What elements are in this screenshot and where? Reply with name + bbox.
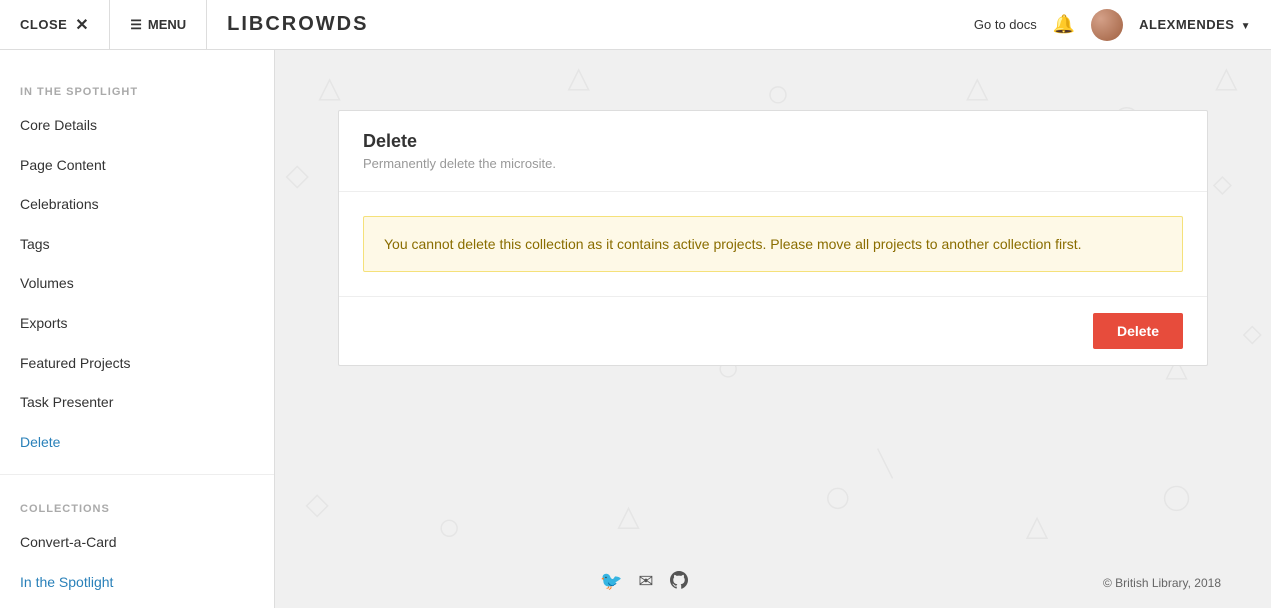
twitter-icon[interactable]: 🐦 [600,571,622,594]
card-subtitle: Permanently delete the microsite. [363,156,1183,171]
sidebar-item-task-presenter[interactable]: Task Presenter [0,383,274,423]
close-icon: ✕ [75,15,89,35]
github-icon[interactable] [670,571,688,594]
brand-logo: LIBCROWDS [207,13,974,36]
email-icon[interactable]: ✉ [638,571,653,594]
sidebar-item-featured-projects[interactable]: Featured Projects [0,344,274,384]
footer: 🐦 ✉ © British Library, 2018 [550,557,1271,608]
top-nav-right: Go to docs 🔔 ALEXMENDES ▼ [974,9,1271,41]
sidebar-item-delete[interactable]: Delete [0,423,274,463]
sidebar-item-exports[interactable]: Exports [0,304,274,344]
sidebar-item-convert-a-card[interactable]: Convert-a-Card [0,523,274,563]
avatar-pattern [1091,9,1123,41]
bell-icon[interactable]: 🔔 [1053,14,1075,35]
main-layout: IN THE SPOTLIGHT Core Details Page Conte… [0,50,1271,608]
footer-copyright: © British Library, 2018 [1103,576,1221,590]
user-name[interactable]: ALEXMENDES ▼ [1139,17,1251,32]
card-header: Delete Permanently delete the microsite. [339,111,1207,192]
close-button[interactable]: CLOSE ✕ [0,0,110,49]
sidebar-item-celebrations[interactable]: Celebrations [0,185,274,225]
sidebar-section-collections: COLLECTIONS [0,487,274,523]
sidebar-divider-1 [0,474,274,475]
sidebar-item-volumes[interactable]: Volumes [0,264,274,304]
avatar [1091,9,1123,41]
menu-hamburger-icon: ☰ [130,17,142,33]
content-area: Delete Permanently delete the microsite.… [275,50,1271,608]
menu-label: MENU [148,17,186,32]
top-nav: CLOSE ✕ ☰ MENU LIBCROWDS Go to docs 🔔 AL… [0,0,1271,50]
warning-message: You cannot delete this collection as it … [363,216,1183,272]
docs-link[interactable]: Go to docs [974,17,1037,32]
user-dropdown-caret: ▼ [1241,21,1251,32]
sidebar-item-page-content[interactable]: Page Content [0,146,274,186]
sidebar-item-core-details[interactable]: Core Details [0,106,274,146]
footer-icons: 🐦 ✉ [600,571,688,594]
card-title: Delete [363,131,1183,152]
card-footer: Delete [339,296,1207,365]
delete-card: Delete Permanently delete the microsite.… [338,110,1208,366]
sidebar-item-tags[interactable]: Tags [0,225,274,265]
delete-button[interactable]: Delete [1093,313,1183,349]
menu-button[interactable]: ☰ MENU [110,0,207,49]
close-label: CLOSE [20,17,67,32]
card-body: You cannot delete this collection as it … [339,192,1207,296]
sidebar-section-spotlight: IN THE SPOTLIGHT [0,70,274,106]
content-inner: Delete Permanently delete the microsite.… [275,50,1271,426]
sidebar: IN THE SPOTLIGHT Core Details Page Conte… [0,50,275,608]
sidebar-item-in-the-spotlight[interactable]: In the Spotlight [0,563,274,603]
